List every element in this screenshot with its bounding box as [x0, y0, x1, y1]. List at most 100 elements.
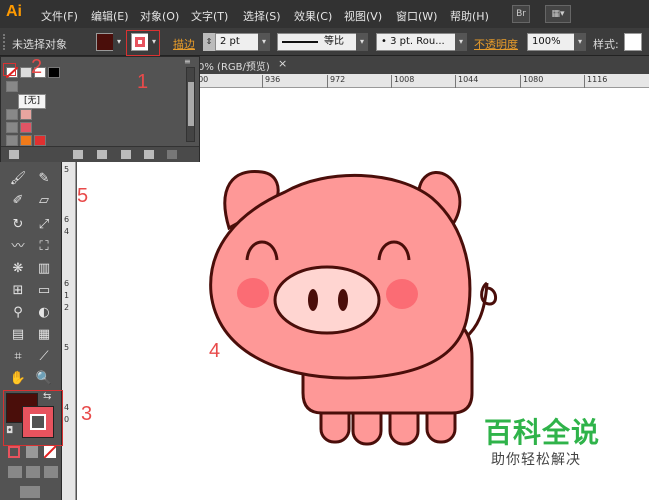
swatch-pink[interactable] [20, 109, 32, 120]
swatch-folder[interactable] [6, 122, 18, 133]
delete-swatch-icon[interactable] [167, 150, 177, 159]
ruler-tick: 972 [327, 75, 345, 88]
ruler-tick: 6 [64, 215, 70, 224]
swatch-options-icon[interactable] [97, 150, 107, 159]
color-mode-icon[interactable] [8, 446, 20, 458]
brush-definition[interactable]: • 3 pt. Rou... [376, 33, 456, 51]
swatch-folder[interactable] [6, 109, 18, 120]
menu-select[interactable]: 选择(S) [243, 8, 281, 24]
highlight-box-stroke [126, 30, 160, 56]
ruler-tick: 1008 [391, 75, 414, 88]
fill-swatch[interactable] [96, 33, 114, 51]
draw-behind-icon[interactable] [26, 466, 40, 478]
screen-mode-icon[interactable] [20, 486, 40, 498]
annotation-5: 5 [77, 185, 89, 207]
swatch-black[interactable] [48, 67, 60, 78]
hand-tool-icon[interactable]: ✋ [8, 369, 28, 389]
ruler-tick: 1 [64, 291, 70, 300]
blend-tool-icon[interactable]: ◐ [34, 303, 54, 323]
menu-view[interactable]: 视图(V) [344, 8, 382, 24]
bridge-button[interactable]: Br [512, 5, 530, 23]
menu-help[interactable]: 帮助(H) [450, 8, 489, 24]
ruler-tick: 4 [64, 227, 70, 236]
draw-inside-icon[interactable] [44, 466, 58, 478]
warp-tool-icon[interactable]: 〰 [8, 237, 28, 257]
gradient-tool-icon[interactable]: ▭ [34, 281, 54, 301]
annotation-2: 2 [31, 56, 43, 78]
menu-edit[interactable]: 编辑(E) [91, 8, 129, 24]
opacity-arrow[interactable]: ▾ [574, 33, 586, 51]
menu-object[interactable]: 对象(O) [140, 8, 179, 24]
horizontal-ruler: 900 936 972 1008 1044 1080 1116 [190, 74, 649, 88]
scrollbar-thumb[interactable] [188, 82, 194, 126]
graphic-style-swatch[interactable] [624, 33, 642, 51]
zoom-tool-icon[interactable]: 🔍 [34, 369, 54, 389]
ruler-tick: 1116 [584, 75, 607, 88]
mesh-tool-icon[interactable]: ⊞ [8, 281, 28, 301]
stroke-weight-input[interactable]: 2 pt [215, 33, 259, 51]
new-group-icon[interactable] [121, 150, 131, 159]
blob-brush-tool-icon[interactable]: ✐ [8, 191, 28, 211]
slice-tool-icon[interactable]: ⟋ [34, 347, 54, 367]
variable-width-profile[interactable]: 等比 [277, 33, 357, 51]
close-icon[interactable]: × [278, 57, 287, 70]
control-bar: 未选择对象 ▾ ▾ 描边 ⇕ 2 pt ▾ 等比 ▾ • 3 pt. Rou..… [0, 28, 649, 56]
pig-snout [273, 265, 381, 335]
ruler-tick: 0 [64, 415, 70, 424]
panel-menu-icon[interactable]: ≡ [184, 57, 191, 66]
gradient-mode-icon[interactable] [26, 446, 38, 458]
opacity-link[interactable]: 不透明度 [474, 36, 518, 52]
menu-type[interactable]: 文字(T) [191, 8, 228, 24]
swatch-folder[interactable] [6, 81, 18, 92]
new-swatch-icon[interactable] [144, 150, 154, 159]
grip-icon [3, 34, 7, 50]
swatch-folder[interactable] [6, 135, 18, 146]
highlight-box-none [3, 63, 16, 76]
arrange-documents-button[interactable]: ▦▾ [545, 5, 571, 23]
stroke-link[interactable]: 描边 [173, 36, 195, 52]
none-mode-icon[interactable] [44, 446, 56, 458]
ruler-tick: 5 [64, 165, 70, 174]
scale-tool-icon[interactable]: ⤢ [34, 215, 54, 235]
app-logo: Ai [6, 3, 22, 20]
swatch-red[interactable] [34, 135, 46, 146]
eyedropper-tool-icon[interactable]: ⚲ [8, 303, 28, 323]
symbol-sprayer-tool-icon[interactable]: ❋ [8, 259, 28, 279]
paintbrush-tool-icon[interactable]: 🖌 [8, 169, 28, 189]
ruler-tick: 6 [64, 279, 70, 288]
swatch-orange[interactable] [20, 135, 32, 146]
opacity-input[interactable]: 100% [527, 33, 575, 51]
document-tab[interactable]: 0% (RGB/预览) [198, 58, 270, 73]
ruler-tick: 2 [64, 303, 70, 312]
eraser-tool-icon[interactable]: ▱ [34, 191, 54, 211]
swatches-scrollbar[interactable] [186, 67, 195, 142]
library-menu-icon[interactable] [9, 150, 19, 159]
graph-tool-icon[interactable]: ▦ [34, 325, 54, 345]
menu-window[interactable]: 窗口(W) [396, 8, 437, 24]
menu-file[interactable]: 文件(F) [41, 8, 78, 24]
draw-normal-icon[interactable] [8, 466, 22, 478]
menu-effect[interactable]: 效果(C) [294, 8, 332, 24]
brush-label: 3 pt. Rou... [390, 36, 445, 47]
pig-nostril-right [338, 289, 348, 311]
document-tab-strip: 0% (RGB/预览) × [190, 56, 649, 74]
watermark-title: 百科全说 [484, 416, 601, 449]
pencil-tool-icon[interactable]: ✎ [34, 169, 54, 189]
column-graph-tool-icon[interactable]: ▥ [34, 259, 54, 279]
free-transform-tool-icon[interactable]: ⛶ [34, 237, 54, 257]
brush-arrow[interactable]: ▾ [455, 33, 467, 51]
stroke-weight-stepper[interactable]: ⇕ [203, 33, 215, 51]
artboard-tool-icon[interactable]: ⌗ [8, 347, 28, 367]
rotate-tool-icon[interactable]: ↻ [8, 215, 28, 235]
live-paint-tool-icon[interactable]: ▤ [8, 325, 28, 345]
swatches-panel: ≡ [无] [0, 56, 200, 162]
annotation-3: 3 [81, 403, 93, 425]
profile-label: 等比 [324, 36, 344, 47]
swatch-red-pink[interactable] [20, 122, 32, 133]
annotation-4: 4 [209, 340, 221, 362]
show-kinds-icon[interactable] [73, 150, 83, 159]
annotation-1: 1 [137, 71, 149, 93]
fill-dropdown-arrow[interactable]: ▾ [113, 33, 125, 51]
stroke-weight-arrow[interactable]: ▾ [258, 33, 270, 51]
profile-arrow[interactable]: ▾ [356, 33, 368, 51]
